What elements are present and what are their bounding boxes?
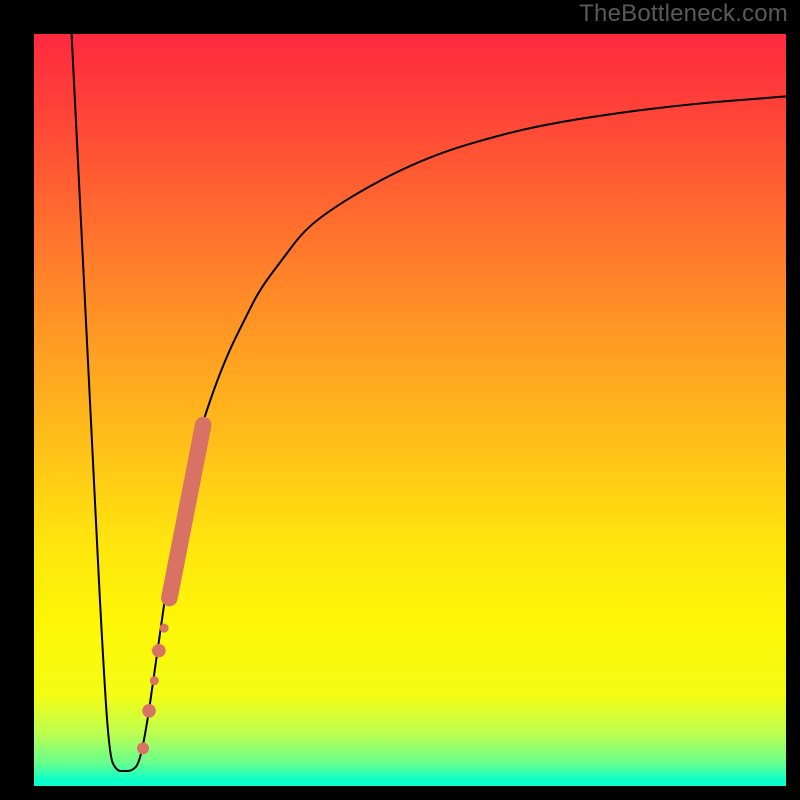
marker-dot [150, 676, 159, 685]
marker-dot [137, 742, 149, 754]
marker-segment [169, 425, 203, 598]
markers-group [137, 425, 203, 754]
plot-area [34, 34, 786, 786]
marker-dot [152, 644, 166, 658]
watermark-text: TheBottleneck.com [579, 0, 788, 28]
marker-dot [160, 624, 169, 633]
chart-stage: TheBottleneck.com [0, 0, 800, 800]
bottleneck-curve [72, 34, 786, 771]
marker-dot [142, 704, 156, 718]
curve-svg [34, 34, 786, 786]
